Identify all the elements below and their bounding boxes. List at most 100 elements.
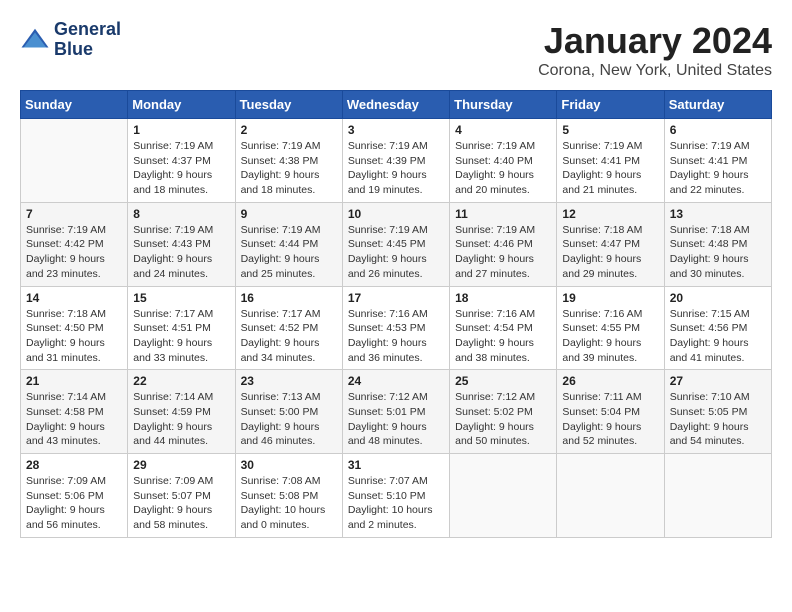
weekday-header: Thursday	[450, 91, 557, 119]
calendar-cell: 30Sunrise: 7:08 AMSunset: 5:08 PMDayligh…	[235, 454, 342, 538]
day-number: 9	[241, 207, 337, 221]
calendar-cell: 17 Sunrise: 7:16 AMSunset: 4:53 PMDayligh…	[342, 286, 449, 370]
location-title: Corona, New York, United States	[538, 62, 772, 80]
calendar-cell: 6 Sunrise: 7:19 AMSunset: 4:41 PMDaylight…	[664, 119, 771, 203]
day-info: Sunrise: 7:08 AMSunset: 5:08 PMDaylight:…	[241, 474, 337, 533]
day-number: 22	[133, 374, 229, 388]
day-number: 21	[26, 374, 122, 388]
day-number: 6	[670, 123, 766, 137]
calendar-cell: 13 Sunrise: 7:18 AMSunset: 4:48 PMDayligh…	[664, 202, 771, 286]
day-info: Sunrise: 7:17 AMSunset: 4:51 PMDaylight:…	[133, 307, 229, 366]
day-number: 31	[348, 458, 444, 472]
day-info: Sunrise: 7:14 AMSunset: 4:59 PMDaylight:…	[133, 390, 229, 449]
day-number: 8	[133, 207, 229, 221]
day-number: 2	[241, 123, 337, 137]
day-number: 29	[133, 458, 229, 472]
day-number: 4	[455, 123, 551, 137]
day-info: Sunrise: 7:19 AMSunset: 4:38 PMDaylight:…	[241, 139, 337, 198]
calendar-cell: 16 Sunrise: 7:17 AMSunset: 4:52 PMDayligh…	[235, 286, 342, 370]
day-info: Sunrise: 7:19 AMSunset: 4:46 PMDaylight:…	[455, 223, 551, 282]
calendar-cell: 31 Sunrise: 7:07 AMSunset: 5:10 PMDayligh…	[342, 454, 449, 538]
calendar-week-row: 28 Sunrise: 7:09 AMSunset: 5:06 PMDayligh…	[21, 454, 772, 538]
calendar-cell: 7 Sunrise: 7:19 AMSunset: 4:42 PMDaylight…	[21, 202, 128, 286]
calendar-cell: 28 Sunrise: 7:09 AMSunset: 5:06 PMDayligh…	[21, 454, 128, 538]
calendar-cell: 21 Sunrise: 7:14 AMSunset: 4:58 PMDayligh…	[21, 370, 128, 454]
weekday-header: Saturday	[664, 91, 771, 119]
day-info: Sunrise: 7:12 AMSunset: 5:01 PMDaylight:…	[348, 390, 444, 449]
day-number: 17	[348, 291, 444, 305]
day-info: Sunrise: 7:18 AMSunset: 4:48 PMDaylight:…	[670, 223, 766, 282]
calendar-cell: 18Sunrise: 7:16 AMSunset: 4:54 PMDayligh…	[450, 286, 557, 370]
calendar-cell	[664, 454, 771, 538]
logo-line1: General	[54, 20, 121, 40]
calendar-cell: 3 Sunrise: 7:19 AMSunset: 4:39 PMDaylight…	[342, 119, 449, 203]
day-number: 25	[455, 374, 551, 388]
calendar-cell: 26Sunrise: 7:11 AMSunset: 5:04 PMDayligh…	[557, 370, 664, 454]
calendar-cell: 12 Sunrise: 7:18 AMSunset: 4:47 PMDayligh…	[557, 202, 664, 286]
day-number: 20	[670, 291, 766, 305]
calendar-cell: 8Sunrise: 7:19 AMSunset: 4:43 PMDaylight…	[128, 202, 235, 286]
logo-icon	[20, 25, 50, 55]
day-info: Sunrise: 7:14 AMSunset: 4:58 PMDaylight:…	[26, 390, 122, 449]
calendar-cell: 27 Sunrise: 7:10 AMSunset: 5:05 PMDayligh…	[664, 370, 771, 454]
weekday-header-row: SundayMondayTuesdayWednesdayThursdayFrid…	[21, 91, 772, 119]
calendar-cell: 23 Sunrise: 7:13 AMSunset: 5:00 PMDayligh…	[235, 370, 342, 454]
calendar-week-row: 7 Sunrise: 7:19 AMSunset: 4:42 PMDaylight…	[21, 202, 772, 286]
day-info: Sunrise: 7:13 AMSunset: 5:00 PMDaylight:…	[241, 390, 337, 449]
page-header: General Blue January 2024 Corona, New Yo…	[20, 20, 772, 80]
day-info: Sunrise: 7:07 AMSunset: 5:10 PMDaylight:…	[348, 474, 444, 533]
title-area: January 2024 Corona, New York, United St…	[538, 20, 772, 80]
day-number: 12	[562, 207, 658, 221]
day-info: Sunrise: 7:11 AMSunset: 5:04 PMDaylight:…	[562, 390, 658, 449]
calendar-cell: 22 Sunrise: 7:14 AMSunset: 4:59 PMDayligh…	[128, 370, 235, 454]
day-number: 13	[670, 207, 766, 221]
calendar-cell: 14 Sunrise: 7:18 AMSunset: 4:50 PMDayligh…	[21, 286, 128, 370]
weekday-header: Friday	[557, 91, 664, 119]
calendar-cell: 5 Sunrise: 7:19 AMSunset: 4:41 PMDaylight…	[557, 119, 664, 203]
calendar-cell: 1 Sunrise: 7:19 AMSunset: 4:37 PMDaylight…	[128, 119, 235, 203]
day-info: Sunrise: 7:19 AMSunset: 4:41 PMDaylight:…	[670, 139, 766, 198]
day-number: 1	[133, 123, 229, 137]
calendar-cell: 20 Sunrise: 7:15 AMSunset: 4:56 PMDayligh…	[664, 286, 771, 370]
day-info: Sunrise: 7:09 AMSunset: 5:07 PMDaylight:…	[133, 474, 229, 533]
day-number: 5	[562, 123, 658, 137]
calendar-cell: 25Sunrise: 7:12 AMSunset: 5:02 PMDayligh…	[450, 370, 557, 454]
day-info: Sunrise: 7:09 AMSunset: 5:06 PMDaylight:…	[26, 474, 122, 533]
day-number: 28	[26, 458, 122, 472]
weekday-header: Sunday	[21, 91, 128, 119]
weekday-header: Tuesday	[235, 91, 342, 119]
day-number: 3	[348, 123, 444, 137]
day-info: Sunrise: 7:10 AMSunset: 5:05 PMDaylight:…	[670, 390, 766, 449]
day-number: 27	[670, 374, 766, 388]
day-number: 14	[26, 291, 122, 305]
day-number: 24	[348, 374, 444, 388]
day-info: Sunrise: 7:15 AMSunset: 4:56 PMDaylight:…	[670, 307, 766, 366]
calendar-week-row: 14 Sunrise: 7:18 AMSunset: 4:50 PMDayligh…	[21, 286, 772, 370]
day-number: 7	[26, 207, 122, 221]
calendar-cell: 11Sunrise: 7:19 AMSunset: 4:46 PMDayligh…	[450, 202, 557, 286]
calendar-cell	[557, 454, 664, 538]
day-number: 10	[348, 207, 444, 221]
calendar-table: SundayMondayTuesdayWednesdayThursdayFrid…	[20, 90, 772, 538]
calendar-week-row: 1 Sunrise: 7:19 AMSunset: 4:37 PMDaylight…	[21, 119, 772, 203]
day-info: Sunrise: 7:17 AMSunset: 4:52 PMDaylight:…	[241, 307, 337, 366]
day-info: Sunrise: 7:18 AMSunset: 4:47 PMDaylight:…	[562, 223, 658, 282]
calendar-cell: 4Sunrise: 7:19 AMSunset: 4:40 PMDaylight…	[450, 119, 557, 203]
weekday-header: Monday	[128, 91, 235, 119]
calendar-cell: 24 Sunrise: 7:12 AMSunset: 5:01 PMDayligh…	[342, 370, 449, 454]
day-number: 19	[562, 291, 658, 305]
day-info: Sunrise: 7:19 AMSunset: 4:39 PMDaylight:…	[348, 139, 444, 198]
logo: General Blue	[20, 20, 121, 60]
day-info: Sunrise: 7:16 AMSunset: 4:55 PMDaylight:…	[562, 307, 658, 366]
day-info: Sunrise: 7:19 AMSunset: 4:37 PMDaylight:…	[133, 139, 229, 198]
day-number: 16	[241, 291, 337, 305]
calendar-cell	[450, 454, 557, 538]
calendar-cell: 15Sunrise: 7:17 AMSunset: 4:51 PMDayligh…	[128, 286, 235, 370]
day-info: Sunrise: 7:18 AMSunset: 4:50 PMDaylight:…	[26, 307, 122, 366]
weekday-header: Wednesday	[342, 91, 449, 119]
day-info: Sunrise: 7:19 AMSunset: 4:41 PMDaylight:…	[562, 139, 658, 198]
day-number: 23	[241, 374, 337, 388]
day-info: Sunrise: 7:19 AMSunset: 4:42 PMDaylight:…	[26, 223, 122, 282]
day-info: Sunrise: 7:16 AMSunset: 4:53 PMDaylight:…	[348, 307, 444, 366]
day-info: Sunrise: 7:16 AMSunset: 4:54 PMDaylight:…	[455, 307, 551, 366]
